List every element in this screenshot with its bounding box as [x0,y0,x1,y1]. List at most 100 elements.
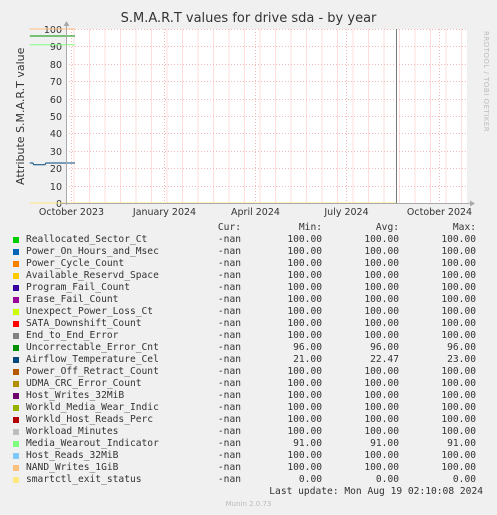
y-tick-label: 100 [44,25,62,36]
legend-cur-value: -nan [217,390,241,401]
legend-min-value: 100.00 [287,462,322,473]
legend-max-value: 100.00 [441,426,476,437]
legend-series-name: Erase_Fail_Count [26,294,119,305]
legend-max-value: 91.00 [447,438,476,449]
legend-cur-value: -nan [217,354,241,365]
legend-swatch [13,441,19,447]
legend-series-name: NAND_Writes_1GiB [26,462,119,473]
legend-cur-value: -nan [217,366,241,377]
legend-avg-value: 100.00 [364,318,399,329]
legend-avg-value: 100.00 [364,390,399,401]
legend-row: Workld_Media_Wear_Indic -nan 100.00 100.00 1… [0,402,497,414]
legend-min-value: 96.00 [293,342,322,353]
legend-max-value: 100.00 [441,234,476,245]
legend-swatch [13,429,19,435]
legend-cur-value: -nan [217,270,241,281]
legend-min-value: 100.00 [287,378,322,389]
legend-max-value: 100.00 [441,306,476,317]
legend-series-name: Power_On_Hours_and_Msec [26,246,159,257]
legend-swatch [13,261,19,267]
x-tick-label: October 2023 [39,207,104,218]
legend-cur-value: -nan [217,330,241,341]
legend-row: Media_Wearout_Indicator -nan 91.00 91.00 91.… [0,438,497,450]
legend-cur-value: -nan [217,462,241,473]
legend-avg-value: 100.00 [364,258,399,269]
legend-avg-value: 100.00 [364,330,399,341]
legend-avg-value: 100.00 [364,462,399,473]
legend-avg-value: 100.00 [364,294,399,305]
legend-row: Workload_Minutes -nan 100.00 100.00 100.00 [0,426,497,438]
legend-swatch [13,285,19,291]
legend-row: SATA_Downshift_Count -nan 100.00 100.00 100.… [0,318,497,330]
last-update: Last update: Mon Aug 19 02:10:08 2024 [269,486,483,497]
legend-cur-value: -nan [217,378,241,389]
legend-min-value: 0.00 [298,474,322,485]
legend-max-value: 100.00 [441,378,476,389]
legend-max-value: 0.00 [452,474,476,485]
legend-avg-value: 22.47 [370,354,399,365]
x-tick-label: April 2024 [231,207,280,218]
legend-max-value: 100.00 [441,294,476,305]
legend-avg-value: 96.00 [370,342,399,353]
legend-row: Power_Off_Retract_Count -nan 100.00 100.00 1… [0,366,497,378]
legend-series-name: Reallocated_Sector_Ct [26,234,148,245]
legend-avg-value: 100.00 [364,378,399,389]
legend-series-name: Available_Reservd_Space [26,270,159,281]
legend-swatch [13,453,19,459]
legend-min-value: 100.00 [287,258,322,269]
legend-min-value: 100.00 [287,270,322,281]
y-tick-label: 40 [50,129,62,140]
legend-row: Workld_Host_Reads_Perc -nan 100.00 100.00 10… [0,414,497,426]
legend-series-name: Host_Writes_32MiB [26,390,125,401]
legend-swatch [13,237,19,243]
legend-cur-value: -nan [217,450,241,461]
legend-row: Reallocated_Sector_Ct -nan 100.00 100.00 100… [0,234,497,246]
legend-avg-value: 100.00 [364,282,399,293]
legend-avg-value: 100.00 [364,402,399,413]
legend-row: Uncorrectable_Error_Cnt -nan 96.00 96.00 96.… [0,342,497,354]
legend-series-name: Airflow_Temperature_Cel [26,354,159,365]
legend-min-value: 100.00 [287,306,322,317]
legend-row: End_to_End_Error -nan 100.00 100.00 100.00 [0,330,497,342]
legend-swatch [13,333,19,339]
legend-min-value: 100.00 [287,294,322,305]
x-tick-label: October 2024 [407,207,472,218]
legend-avg-value: 100.00 [364,306,399,317]
legend-cur-value: -nan [217,474,241,485]
legend-swatch [13,297,19,303]
legend-cur-value: -nan [217,282,241,293]
legend-max-value: 23.00 [447,354,476,365]
y-tick-label: 10 [50,182,62,193]
x-axis-arrow [470,200,475,207]
legend-cur-value: -nan [217,402,241,413]
legend-avg-value: 100.00 [364,414,399,425]
legend-swatch [13,249,19,255]
legend-row: Available_Reservd_Space -nan 100.00 100.00 1… [0,270,497,282]
y-tick-label: 20 [50,164,62,175]
legend-max-value: 100.00 [441,414,476,425]
legend-min-value: 91.00 [293,438,322,449]
legend-avg-value: 100.00 [364,450,399,461]
legend-series-name: Power_Off_Retract_Count [26,366,159,377]
legend-swatch [13,417,19,423]
legend-min-value: 100.00 [287,330,322,341]
munin-version: Munin 2.0.73 [225,500,272,508]
legend-swatch [13,345,19,351]
legend-row: Power_On_Hours_and_Msec -nan 100.00 100.00 1… [0,246,497,258]
legend-cur-value: -nan [217,342,241,353]
legend-series-name: Uncorrectable_Error_Cnt [26,342,159,353]
legend-swatch [13,309,19,315]
legend-series-name: Host_Reads_32MiB [26,450,119,461]
legend-series-name: End_to_End_Error [26,330,119,341]
legend-swatch [13,273,19,279]
legend-swatch [13,405,19,411]
legend-cur-value: -nan [217,438,241,449]
legend-min-value: 100.00 [287,366,322,377]
legend-cur-value: -nan [217,426,241,437]
legend-cur-value: -nan [217,414,241,425]
y-tick-label: 30 [50,147,62,158]
legend-max-value: 100.00 [441,318,476,329]
legend-series-name: Unexpect_Power_Loss_Ct [26,306,154,317]
legend-cur-value: -nan [217,246,241,257]
legend-avg-value: 100.00 [364,246,399,257]
